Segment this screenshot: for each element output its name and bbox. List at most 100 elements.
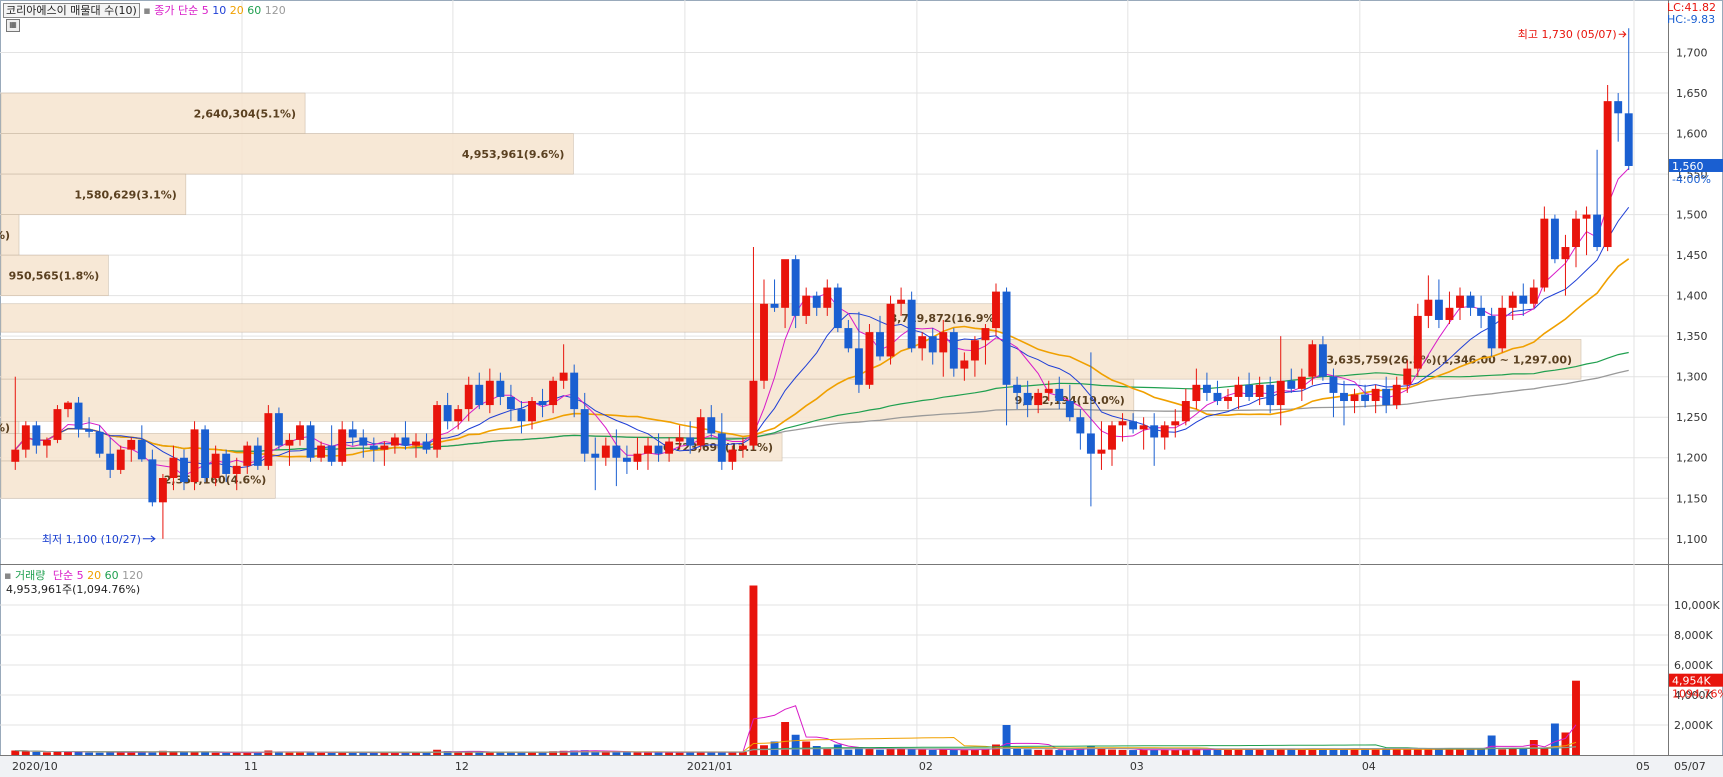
volume-bar: [1572, 680, 1580, 755]
candle-body: [1245, 384, 1254, 397]
price-tick-label: 1,450: [1676, 249, 1708, 262]
candle-body: [760, 303, 768, 381]
candle-body: [865, 332, 874, 385]
candle-body: [854, 348, 863, 385]
high-annotation: 최고 1,730 (05/07): [1518, 28, 1617, 41]
candle-body: [1487, 315, 1496, 349]
volume-profile-label: 13,635,759(26.5%)(1,346.00 ~ 1,297.00): [1319, 353, 1572, 366]
candle-body: [1297, 376, 1306, 389]
volume-bar: [32, 752, 41, 755]
volume-bar: [359, 752, 368, 755]
candle-body: [42, 439, 51, 446]
time-tick-label: 2020/10: [12, 760, 58, 773]
volume-bar: [264, 750, 273, 755]
candle-body: [232, 465, 241, 474]
volume-bar: [823, 749, 832, 755]
time-tick-label: 12: [455, 760, 469, 773]
candle-body: [1498, 307, 1507, 349]
volume-bar: [180, 752, 188, 755]
candle-body: [992, 291, 1000, 329]
volume-bar: [1561, 732, 1570, 755]
price-tick-label: 1,600: [1676, 128, 1708, 141]
candle-body: [306, 425, 315, 458]
candle-body: [717, 433, 726, 462]
candle-body: [264, 413, 273, 466]
candle-body: [918, 336, 927, 349]
candle-body: [1392, 384, 1401, 406]
candle-body: [1266, 384, 1275, 406]
candle-body: [454, 409, 463, 422]
volume-bar: [1382, 749, 1391, 755]
volume-bar: [1150, 749, 1159, 755]
candle-body: [1044, 388, 1053, 393]
volume-bar: [876, 749, 884, 755]
candle-body: [1034, 392, 1043, 406]
candle-body: [1529, 287, 1538, 304]
volume-bar: [538, 752, 547, 755]
volume-bar: [211, 752, 220, 755]
volume-tick-label: 6,000K: [1674, 659, 1713, 672]
current-change-label: -4.00%: [1672, 173, 1711, 186]
volume-bar: [1245, 749, 1254, 755]
volume-tick-label: 8,000K: [1674, 629, 1713, 642]
volume-bar: [1013, 749, 1022, 755]
volume-bar: [1202, 749, 1211, 755]
volume-bar: [1044, 749, 1053, 755]
candle-body: [1603, 101, 1612, 248]
candle-body: [1224, 396, 1232, 402]
volume-bar: [317, 752, 326, 755]
candle-body: [1002, 291, 1011, 385]
ma-period-120: 120: [264, 4, 286, 17]
legend-square-icon: ▪: [143, 4, 151, 17]
candle-body: [1023, 392, 1032, 406]
candle-body: [359, 437, 368, 446]
candle-body: [1202, 384, 1211, 393]
candle-body: [211, 453, 220, 479]
candle-body: [443, 405, 452, 422]
ma-label: 종가 단순: [154, 4, 199, 17]
candle-body: [1108, 425, 1116, 450]
candle-body: [1340, 392, 1348, 402]
chart-title[interactable]: 코리아에스이 매물대 수(10): [3, 3, 140, 18]
candle-body: [1065, 401, 1074, 418]
ma10-line: [14, 206, 1630, 469]
candle-body: [1097, 449, 1106, 454]
chart-canvas[interactable]: 1,100 1,150 1,200 1,250 1,300 1,350 1,400 1,450…: [0, 0, 1723, 777]
candle-body: [1160, 425, 1169, 438]
candle-body: [802, 295, 811, 316]
candle-body: [1139, 425, 1148, 430]
volume-bar: [812, 746, 821, 755]
volume-bar: [1329, 749, 1338, 755]
candle-body: [612, 445, 621, 458]
price-tick-label: 1,350: [1676, 330, 1708, 343]
volume-bar: [1519, 748, 1528, 755]
time-tick-label: 05: [1636, 760, 1650, 773]
volume-bar: [95, 752, 104, 755]
candle-body: [169, 457, 178, 479]
volume-bar: [285, 752, 294, 755]
candle-body: [32, 425, 41, 446]
volume-bar: [907, 749, 916, 755]
candle-body: [886, 303, 895, 357]
candle-body: [1171, 421, 1180, 426]
candle-body: [823, 287, 832, 308]
volume-bar: [960, 750, 969, 755]
grid-icon[interactable]: ▦: [6, 19, 20, 32]
candle-body: [475, 384, 484, 406]
candle-body: [1614, 101, 1623, 114]
current-volume-label: 4,954K: [1672, 675, 1711, 688]
ma-period-10: 10: [212, 4, 227, 17]
candle-body: [127, 439, 136, 450]
volume-bar: [1466, 749, 1475, 755]
volume-bar: [970, 749, 979, 755]
candle-body: [591, 453, 600, 458]
candle-body: [327, 445, 336, 462]
volume-bar: [675, 752, 684, 755]
candle-body: [1361, 394, 1370, 402]
candle-body: [85, 429, 94, 432]
price-tick-label: 1,500: [1676, 209, 1708, 222]
volume-bar: [506, 752, 515, 755]
candle-body: [274, 413, 283, 446]
volume-bar: [1550, 723, 1559, 755]
candle-body: [1456, 295, 1464, 308]
